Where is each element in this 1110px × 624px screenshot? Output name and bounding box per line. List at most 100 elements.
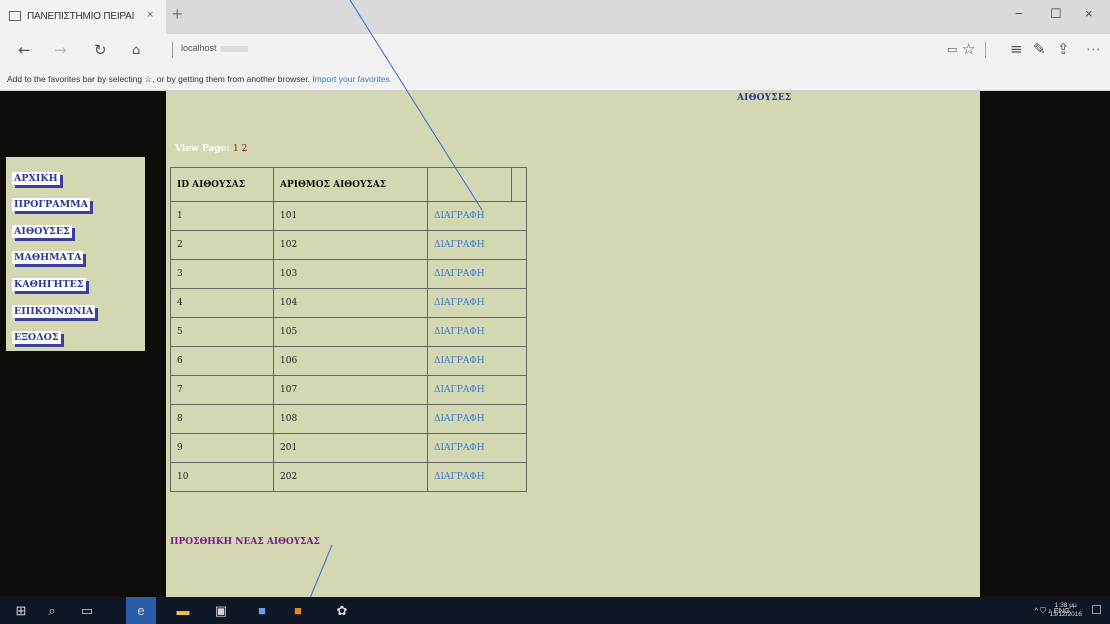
menu-item-exit[interactable]: ΕΞΟΔΟΣ — [12, 331, 61, 344]
taskbar: ⊞ ⌕ ▭ e ▬ ▣ ■ ■ ✿ ^ ⛉ ♪ ENG 1:38 μμ 13/1… — [0, 597, 1110, 624]
address-separator — [172, 42, 173, 58]
room-id-cell: 7 — [170, 375, 274, 405]
room-number-cell: 103 — [273, 259, 428, 289]
edge-icon[interactable]: e — [126, 597, 156, 624]
action-cell: ΔΙΑΓΡΑΦΗ — [427, 346, 527, 376]
web-note-icon[interactable]: ✎ — [1033, 40, 1046, 58]
more-icon[interactable]: ⋯ — [1086, 40, 1101, 58]
hub-icon[interactable]: ≡ — [1010, 40, 1023, 58]
table-row: 3 103 ΔΙΑΓΡΑΦΗ — [170, 259, 527, 289]
menu-item-home[interactable]: ΑΡΧΙΚΗ — [12, 172, 60, 185]
room-id-cell: 6 — [170, 346, 274, 376]
url-text: localhost — [181, 43, 217, 53]
share-icon[interactable]: ⇪ — [1057, 40, 1070, 58]
delete-link[interactable]: ΔΙΑΓΡΑΦΗ — [434, 472, 485, 482]
room-id-cell: 8 — [170, 404, 274, 434]
forward-icon[interactable]: → — [54, 41, 67, 59]
delete-link[interactable]: ΔΙΑΓΡΑΦΗ — [434, 327, 485, 337]
table-row: 9 201 ΔΙΑΓΡΑΦΗ — [170, 433, 527, 463]
table-row: 10 202 ΔΙΑΓΡΑΦΗ — [170, 462, 527, 492]
search-icon[interactable]: ⌕ — [37, 597, 67, 624]
room-id-cell: 1 — [170, 201, 274, 231]
tab-title: ΠΑΝΕΠΙΣΤΗΜΙΟ ΠΕΙΡΑΙ — [27, 11, 135, 22]
room-number-cell: 101 — [273, 201, 428, 231]
app-icon-2[interactable]: ✿ — [327, 597, 357, 624]
delete-link[interactable]: ΔΙΑΓΡΑΦΗ — [434, 211, 485, 221]
delete-link[interactable]: ΔΙΑΓΡΑΦΗ — [434, 298, 485, 308]
room-number-cell: 201 — [273, 433, 428, 463]
notifications-icon[interactable]: ☐ — [1091, 597, 1102, 624]
view-page-label: View Page: — [175, 144, 230, 154]
action-cell: ΔΙΑΓΡΑΦΗ — [427, 375, 527, 405]
favorite-star-icon[interactable]: ☆ — [962, 40, 975, 58]
refresh-icon[interactable]: ↻ — [94, 41, 107, 59]
table-row: 5 105 ΔΙΑΓΡΑΦΗ — [170, 317, 527, 347]
room-number-cell: 107 — [273, 375, 428, 405]
delete-link[interactable]: ΔΙΑΓΡΑΦΗ — [434, 414, 485, 424]
page-numbers[interactable]: 1 2 — [233, 144, 247, 154]
tab-close-icon[interactable]: × — [147, 9, 153, 21]
table-row: 2 102 ΔΙΑΓΡΑΦΗ — [170, 230, 527, 260]
add-new-room-link[interactable]: ΠΡΟΣΘΗΚΗ ΝΕΑΣ ΑΙΘΟΥΣΑΣ — [170, 537, 320, 547]
favorites-bar: Add to the favorites bar by selecting ☆,… — [0, 68, 1110, 91]
address-input[interactable]: localhost — [181, 43, 248, 53]
room-number-cell: 104 — [273, 288, 428, 318]
import-favorites-link[interactable]: Import your favorites — [312, 74, 389, 84]
tab-bar — [0, 0, 1110, 34]
room-id-cell: 10 — [170, 462, 274, 492]
table-row: 6 106 ΔΙΑΓΡΑΦΗ — [170, 346, 527, 376]
table-header-row: ID ΑΙΘΟΥΣΑΣ ΑΡΙΘΜΟΣ ΑΙΘΟΥΣΑΣ — [170, 167, 527, 202]
app-icon[interactable]: ■ — [283, 597, 313, 624]
store-icon[interactable]: ▣ — [206, 597, 236, 624]
favorites-bar-text: Add to the favorites bar by selecting ☆,… — [7, 74, 310, 84]
table-row: 4 104 ΔΙΑΓΡΑΦΗ — [170, 288, 527, 318]
menu-item-program[interactable]: ΠΡΟΓΡΑΜΜΑ — [12, 198, 91, 211]
table-row: 1 101 ΔΙΑΓΡΑΦΗ — [170, 201, 527, 231]
action-cell: ΔΙΑΓΡΑΦΗ — [427, 404, 527, 434]
delete-link[interactable]: ΔΙΑΓΡΑΦΗ — [434, 240, 485, 250]
browser-tab[interactable]: ΠΑΝΕΠΙΣΤΗΜΙΟ ΠΕΙΡΑΙ × — [0, 0, 166, 34]
page-title: ΑΙΘΟΥΣΕΣ — [737, 93, 792, 103]
menu-item-courses[interactable]: ΜΑΘΗΜΑΤΑ — [12, 251, 84, 264]
file-explorer-icon[interactable]: ▬ — [168, 597, 198, 624]
home-icon[interactable]: ⌂ — [132, 43, 140, 58]
room-id-cell: 2 — [170, 230, 274, 260]
delete-link[interactable]: ΔΙΑΓΡΑΦΗ — [434, 443, 485, 453]
clock-time: 1:38 μμ — [1054, 602, 1077, 609]
minimize-button[interactable]: − — [1015, 6, 1023, 21]
delete-link[interactable]: ΔΙΑΓΡΑΦΗ — [434, 356, 485, 366]
header-room-number: ΑΡΙΘΜΟΣ ΑΙΘΟΥΣΑΣ — [273, 167, 428, 202]
new-tab-button[interactable]: + — [172, 4, 183, 25]
action-cell: ΔΙΑΓΡΑΦΗ — [427, 433, 527, 463]
delete-link[interactable]: ΔΙΑΓΡΑΦΗ — [434, 385, 485, 395]
delete-link[interactable]: ΔΙΑΓΡΑΦΗ — [434, 269, 485, 279]
menu-item-professors[interactable]: ΚΑΘΗΓΗΤΕΣ — [12, 278, 86, 291]
action-cell: ΔΙΑΓΡΑΦΗ — [427, 462, 527, 492]
action-cell: ΔΙΑΓΡΑΦΗ — [427, 201, 527, 231]
close-window-button[interactable]: × — [1085, 6, 1093, 21]
address-bar-row — [0, 34, 1110, 68]
maximize-button[interactable]: ☐ — [1050, 6, 1062, 22]
windows-start-icon[interactable]: ⊞ — [6, 597, 36, 624]
tab-page-icon — [9, 11, 21, 21]
table-row: 7 107 ΔΙΑΓΡΑΦΗ — [170, 375, 527, 405]
action-cell: ΔΙΑΓΡΑΦΗ — [427, 230, 527, 260]
menu-item-rooms[interactable]: ΑΙΘΟΥΣΕΣ — [12, 225, 72, 238]
toolbar-separator — [985, 42, 986, 58]
room-number-cell: 108 — [273, 404, 428, 434]
reading-view-icon[interactable]: ▭ — [947, 43, 957, 56]
menu-item-contact[interactable]: ΕΠΙΚΟΙΝΩΝΙΑ — [12, 305, 96, 318]
visual-studio-icon[interactable]: ■ — [247, 597, 277, 624]
task-view-icon[interactable]: ▭ — [72, 597, 102, 624]
room-number-cell: 105 — [273, 317, 428, 347]
action-cell: ΔΙΑΓΡΑΦΗ — [427, 288, 527, 318]
room-id-cell: 9 — [170, 433, 274, 463]
room-number-cell: 202 — [273, 462, 428, 492]
room-id-cell: 5 — [170, 317, 274, 347]
table-row: 8 108 ΔΙΑΓΡΑΦΗ — [170, 404, 527, 434]
back-icon[interactable]: ← — [18, 41, 31, 59]
room-number-cell: 106 — [273, 346, 428, 376]
clock[interactable]: 1:38 μμ 13/12/2016 — [1049, 601, 1082, 619]
room-id-cell: 4 — [170, 288, 274, 318]
header-room-id: ID ΑΙΘΟΥΣΑΣ — [170, 167, 274, 202]
